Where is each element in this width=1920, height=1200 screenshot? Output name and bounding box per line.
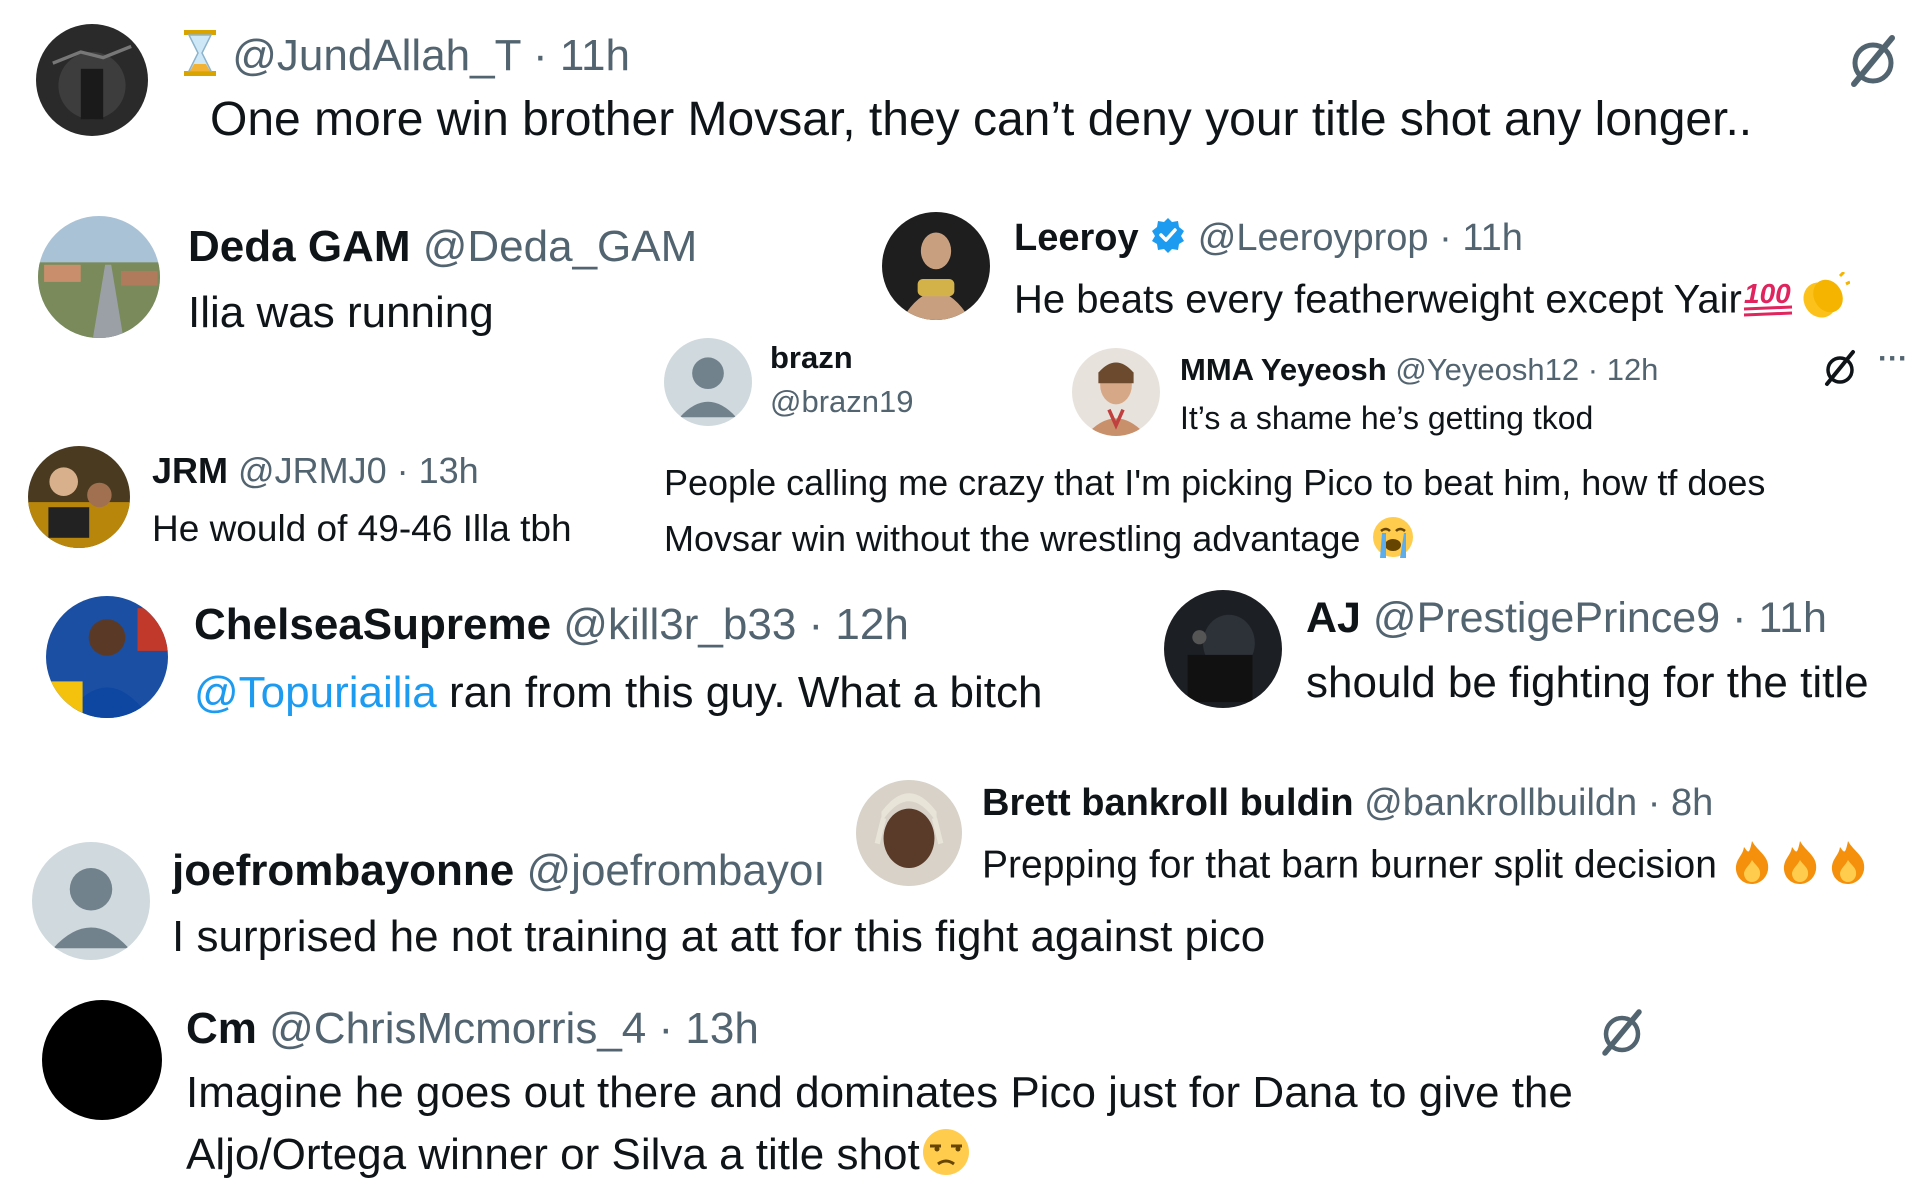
user-handle[interactable]: @PrestigePrince9 <box>1373 594 1720 642</box>
user-handle[interactable]: @Yeyeosh12 <box>1395 352 1579 387</box>
clapping-hands-emoji <box>1796 270 1851 332</box>
avatar[interactable] <box>38 216 160 338</box>
fire-emoji <box>1776 838 1824 896</box>
tweet-text: Ilia was running <box>188 288 494 337</box>
grok-slash-icon[interactable] <box>1596 1006 1648 1063</box>
user-handle[interactable]: @ChrisMcmorris_4 <box>269 1004 646 1053</box>
avatar[interactable] <box>1072 348 1160 436</box>
tweet-text: Imagine he goes out there and dominates … <box>186 1068 1573 1117</box>
verified-badge-icon <box>1149 216 1187 264</box>
tweet-text: ran from this guy. What a bitch <box>436 668 1043 717</box>
tweet-header: joefrombayonne @joefrombayoı <box>172 846 826 896</box>
tweet-subheader: @brazn19 <box>770 384 914 420</box>
avatar[interactable] <box>882 212 990 320</box>
tweet-header: ChelseaSupreme @kill3r_b33 · 12h <box>194 600 909 650</box>
user-handle[interactable]: @JundAllah_T <box>232 31 520 80</box>
tweet-header: Leeroy @Leeroyprop · 11h <box>1014 216 1523 264</box>
display-name[interactable]: Brett bankroll buldin <box>982 782 1354 824</box>
tweet-header: Cm @ChrisMcmorris_4 · 13h <box>186 1004 759 1054</box>
avatar[interactable] <box>1164 590 1282 708</box>
tweet-deda-gam: Deda GAM @Deda_GAM Ilia was running <box>38 216 718 338</box>
tweet-text-row: Aljo/Ortega winner or Silva a title shot <box>186 1126 972 1189</box>
tweet-leeroy: Leeroy @Leeroyprop · 11h He beats every … <box>882 212 1892 324</box>
separator-dot: · <box>396 450 409 491</box>
tweet-header: @JundAllah_T · 11h <box>180 28 630 89</box>
tweet-text: It’s a shame he’s getting tkod <box>1180 400 1594 436</box>
tweet-text: Aljo/Ortega winner or Silva a title shot <box>186 1130 920 1180</box>
tweet-text: should be fighting for the title <box>1306 658 1869 707</box>
tweet-header: AJ @PrestigePrince9 · 11h <box>1306 594 1827 643</box>
user-handle[interactable]: @kill3r_b33 <box>563 600 796 649</box>
tweet-text: People calling me crazy that I'm picking… <box>664 462 1766 503</box>
tweet-text-row: @Topuriailia ran from this guy. What a b… <box>194 668 1042 718</box>
display-name[interactable]: JRM <box>152 450 228 491</box>
tweet-text: He would of 49-46 Illa tbh <box>152 508 572 549</box>
loudly-crying-emoji <box>1370 514 1416 569</box>
display-name[interactable]: ChelseaSupreme <box>194 600 551 649</box>
fire-emoji <box>1728 838 1776 896</box>
display-name[interactable]: MMA Yeyeosh <box>1180 352 1387 387</box>
avatar[interactable] <box>664 338 752 426</box>
user-handle[interactable]: @Leeroyprop <box>1198 217 1429 259</box>
avatar[interactable] <box>42 1000 162 1120</box>
display-name[interactable]: AJ <box>1306 594 1361 642</box>
grok-slash-icon[interactable] <box>1820 348 1860 393</box>
unamused-face-emoji <box>920 1126 972 1189</box>
display-name[interactable]: joefrombayonne <box>172 846 514 895</box>
avatar[interactable] <box>46 596 168 718</box>
tweet-chelseasupreme: ChelseaSupreme @kill3r_b33 · 12h @Topuri… <box>46 596 1126 720</box>
grok-slash-icon[interactable] <box>1844 32 1902 95</box>
display-name[interactable]: Deda GAM <box>188 222 410 271</box>
separator-dot: · <box>658 1004 674 1053</box>
hourglass-icon <box>180 28 220 89</box>
timestamp[interactable]: 8h <box>1671 782 1713 824</box>
tweet-text: I surprised he not training at att for t… <box>172 912 1266 961</box>
timestamp[interactable]: 12h <box>1607 352 1659 387</box>
tweet-text-row: Movsar win without the wrestling advanta… <box>664 514 1416 569</box>
tweet-text-row: He beats every featherweight except Yair… <box>1014 270 1851 332</box>
tweet-jrm: JRM @JRMJ0 · 13h He would of 49-46 Illa … <box>28 446 648 556</box>
user-handle[interactable]: @JRMJ0 <box>238 450 387 491</box>
tweet-text: Movsar win without the wrestling advanta… <box>664 518 1361 560</box>
tweet-header: brazn <box>770 340 853 376</box>
separator-dot: · <box>808 600 824 649</box>
more-options-icon[interactable]: ··· <box>1878 342 1908 376</box>
timestamp[interactable]: 13h <box>419 450 479 491</box>
tweet-jundallah: @JundAllah_T · 11h One more win brother … <box>36 24 1916 146</box>
avatar[interactable] <box>36 24 148 136</box>
hundred-points-emoji: 100 <box>1742 275 1796 329</box>
timestamp[interactable]: 13h <box>685 1004 758 1053</box>
display-name[interactable]: Cm <box>186 1004 257 1053</box>
timestamp[interactable]: 11h <box>560 31 630 80</box>
display-name[interactable]: brazn <box>770 340 853 375</box>
tweet-joefrombayonne: joefrombayonne @joefrombayoı I surprised… <box>32 842 1265 966</box>
separator-dot: · <box>532 31 548 81</box>
mention-link[interactable]: @Topuriailia <box>194 668 437 717</box>
svg-text:100: 100 <box>1744 278 1791 309</box>
timestamp[interactable]: 12h <box>835 600 908 649</box>
tweet-mma-yeyeosh: MMA Yeyeosh @Yeyeosh12 · 12h It’s a sham… <box>1072 342 1912 448</box>
timestamp[interactable]: 11h <box>1758 594 1827 642</box>
tweet-cm: Cm @ChrisMcmorris_4 · 13h Imagine he goe… <box>42 1000 1662 1190</box>
tweet-header: Brett bankroll buldin @bankrollbuildn · … <box>982 782 1713 825</box>
separator-dot: · <box>1732 594 1747 642</box>
user-handle[interactable]: @bankrollbuildn <box>1364 782 1637 824</box>
user-handle[interactable]: @brazn19 <box>770 384 914 419</box>
timestamp[interactable]: 11h <box>1462 217 1523 259</box>
separator-dot: · <box>1587 352 1599 387</box>
avatar[interactable] <box>32 842 150 960</box>
user-handle[interactable]: @Deda_GAM <box>423 222 698 271</box>
separator-dot: · <box>1439 217 1452 260</box>
tweet-header: MMA Yeyeosh @Yeyeosh12 · 12h <box>1180 352 1658 388</box>
fire-emoji <box>1824 838 1872 896</box>
tweet-header: Deda GAM @Deda_GAM <box>188 222 697 272</box>
user-handle[interactable]: @joefrombayoı <box>527 846 826 895</box>
tweet-header: JRM @JRMJ0 · 13h <box>152 450 479 492</box>
tweet-aj: AJ @PrestigePrince9 · 11h should be figh… <box>1164 590 1904 714</box>
tweet-text: One more win brother Movsar, they can’t … <box>210 93 1753 146</box>
tweet-text: He beats every featherweight except Yair <box>1014 277 1742 322</box>
display-name[interactable]: Leeroy <box>1014 217 1139 259</box>
separator-dot: · <box>1647 782 1661 824</box>
avatar[interactable] <box>28 446 130 548</box>
